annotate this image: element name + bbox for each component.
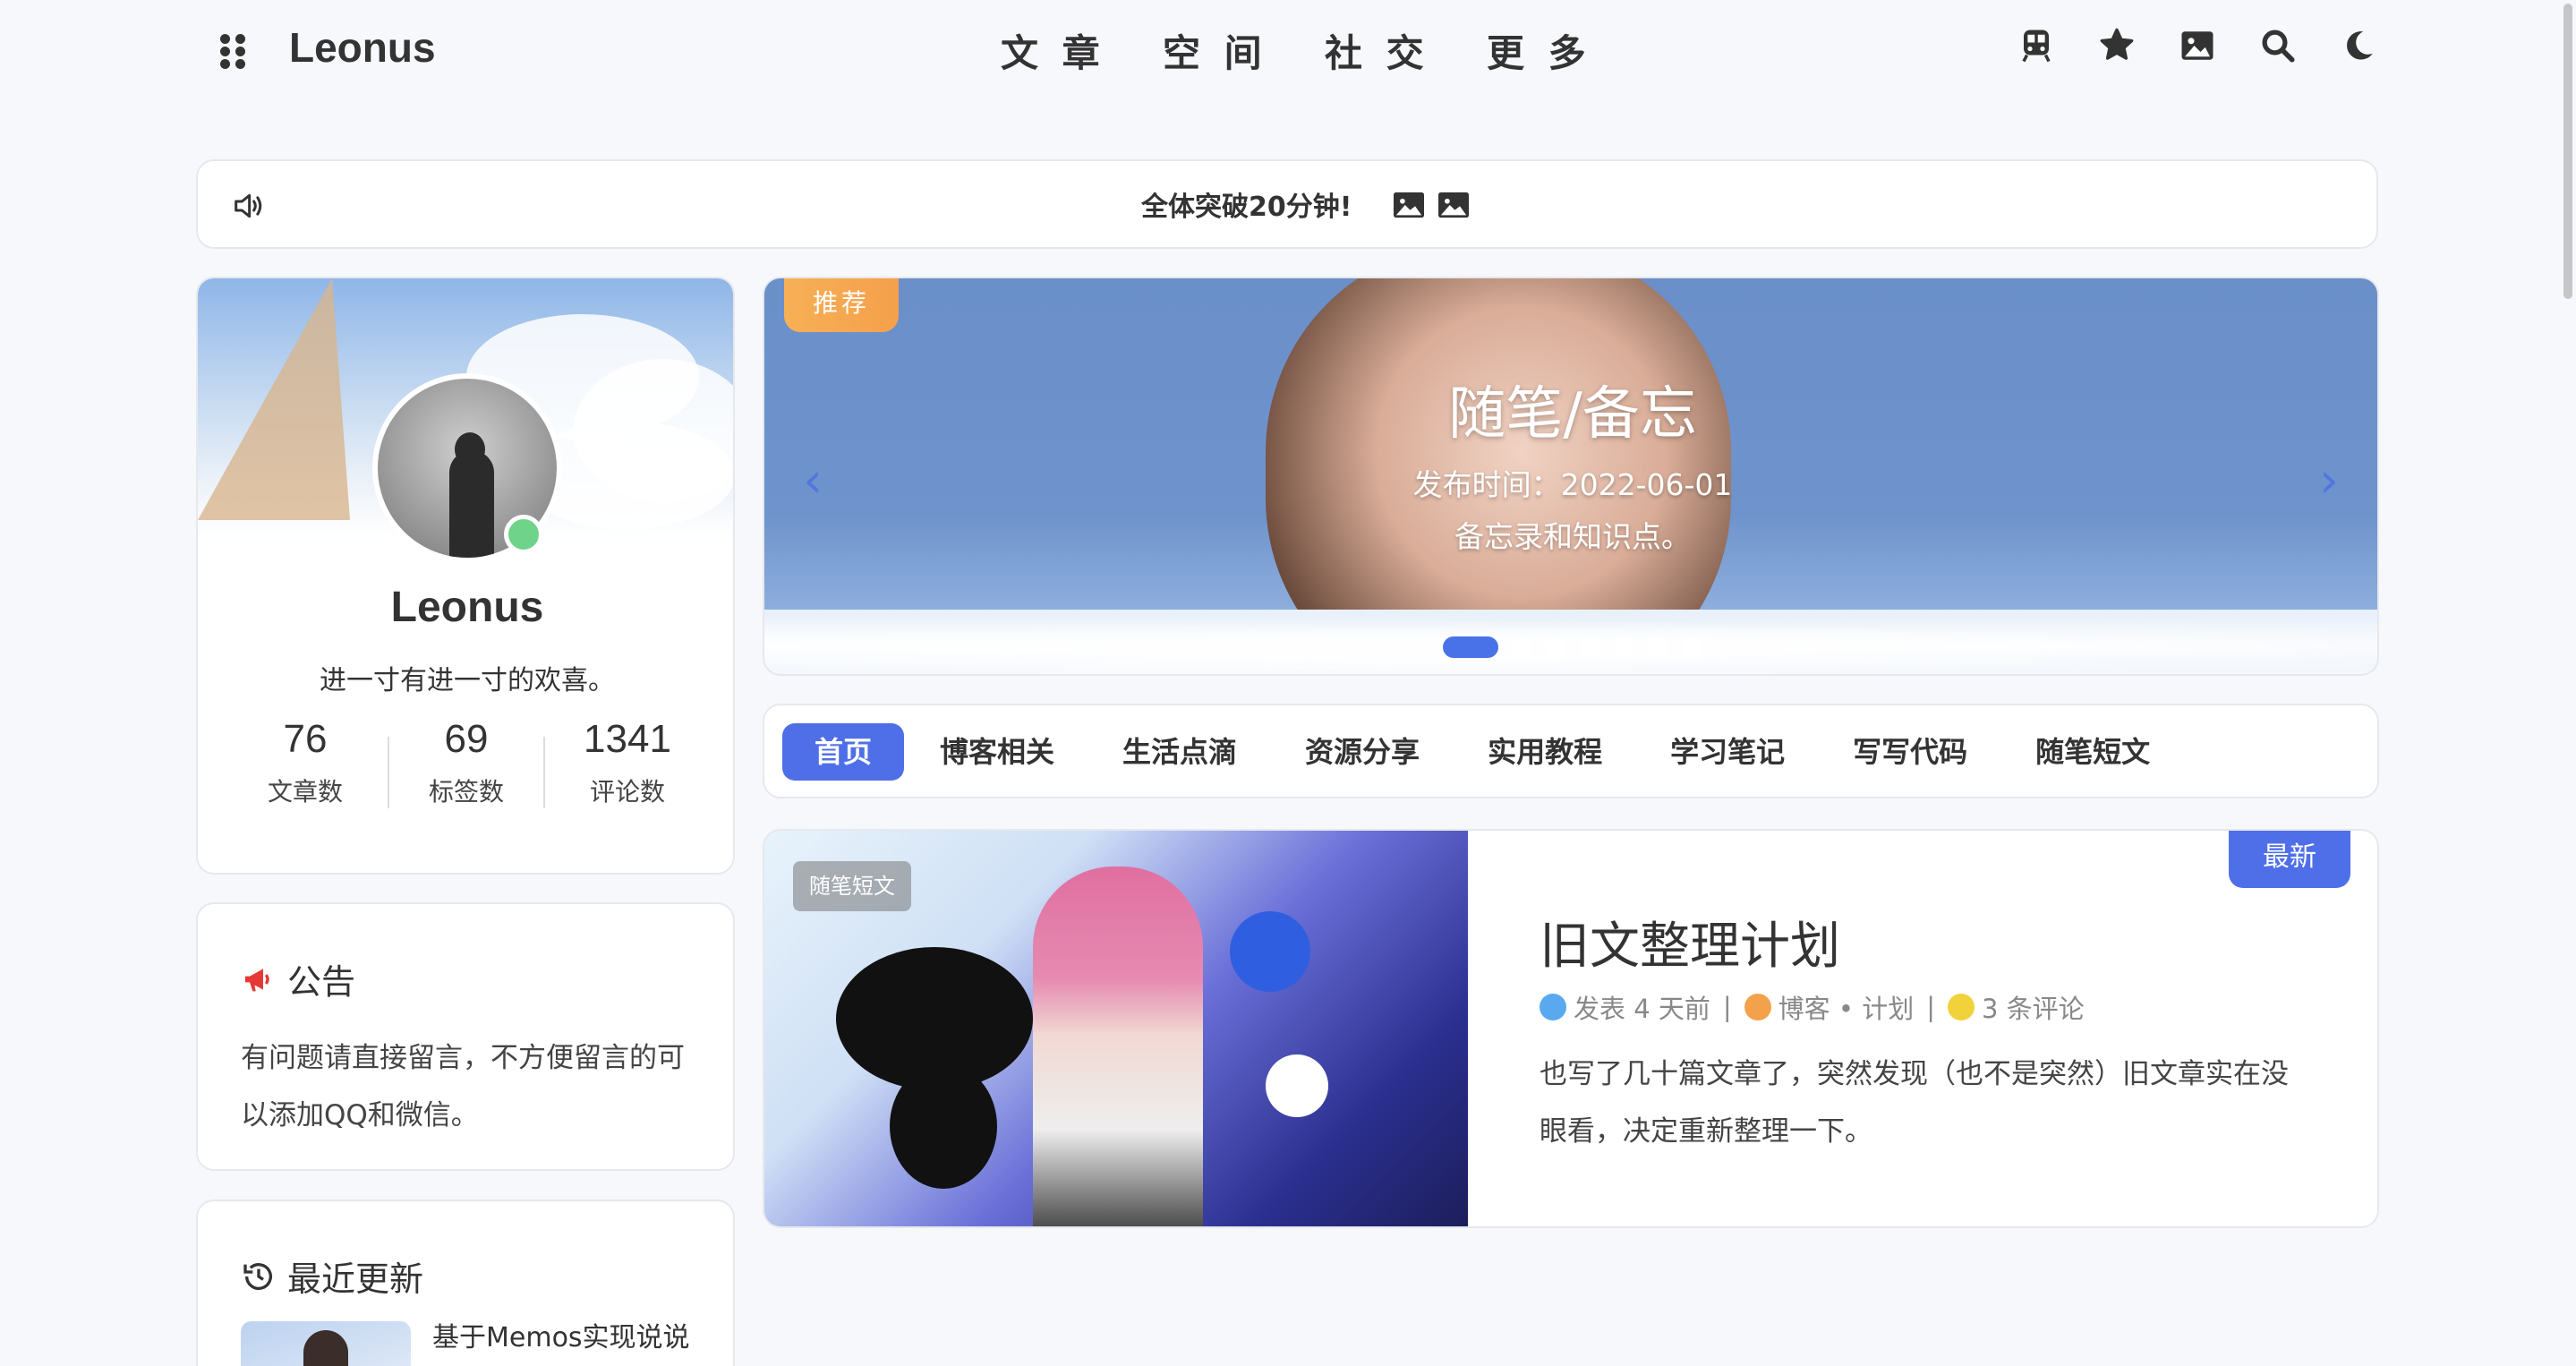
profile-stats: 76 文章数 69 标签数 1341 评论数 [225, 717, 708, 808]
newest-badge: 最新 [2229, 831, 2350, 888]
meta-separator: | [1926, 992, 1935, 1022]
banner-date: 发布时间：2022-06-01 [1412, 467, 1733, 502]
tab-notes[interactable]: 学习笔记 [1638, 723, 1817, 781]
stat-comments-count: 1341 [584, 717, 671, 761]
carousel-dot[interactable] [1647, 636, 1668, 658]
profile-bio: 进一寸有进一寸的欢喜。 [320, 665, 615, 696]
post-category-tag[interactable]: 随笔短文 [793, 861, 911, 911]
banner-description: 备忘录和知识点。 [1454, 519, 1691, 554]
post-category[interactable]: 博客 • 计划 [1778, 988, 1915, 1026]
carousel-dots [1443, 636, 1702, 658]
tab-tutorials[interactable]: 实用教程 [1455, 723, 1634, 781]
notice-text: 全体突破20分钟! [1141, 192, 1352, 223]
moon-icon[interactable] [2318, 27, 2399, 72]
carousel-dot[interactable] [1511, 636, 1532, 658]
announcement-body: 有问题请直接留言，不方便留言的可以添加QQ和微信。 [241, 1042, 685, 1131]
featured-carousel[interactable]: 推荐 随笔/备忘 发布时间：2022-06-01 备忘录和知识点。 ‹ › [763, 277, 2379, 676]
carousel-dot[interactable] [1579, 636, 1600, 658]
post-comments[interactable]: 3 条评论 [1982, 988, 2085, 1026]
stat-articles-count: 76 [283, 717, 328, 761]
carousel-dot[interactable] [1613, 636, 1634, 658]
recent-item-title[interactable]: 基于Memos实现说说 [432, 1318, 701, 1359]
stat-tags-label: 标签数 [428, 777, 504, 807]
stat-divider [388, 737, 389, 808]
category-tabs: 首页 博客相关 生活点滴 资源分享 实用教程 学习笔记 写写代码 随笔短文 [763, 704, 2379, 798]
stat-divider [543, 737, 545, 808]
stat-comments[interactable]: 1341 评论数 [550, 717, 705, 808]
stat-articles-label: 文章数 [267, 777, 343, 807]
stat-comments-label: 评论数 [589, 777, 665, 807]
banner-title[interactable]: 随笔/备忘 [764, 368, 2377, 450]
tab-home[interactable]: 首页 [782, 723, 905, 781]
recent-updates-title-text: 最近更新 [287, 1259, 424, 1299]
main-nav: 文 章 空 间 社 交 更 多 [1001, 23, 1649, 78]
search-icon[interactable] [2238, 27, 2318, 72]
speaker-icon [235, 193, 262, 218]
train-icon[interactable] [1996, 27, 2077, 72]
image-icon [1438, 192, 1469, 218]
post-title[interactable]: 旧文整理计划 [1540, 906, 1840, 978]
post-cover-image[interactable]: 随笔短文 [764, 831, 1468, 1226]
time-icon [1540, 994, 1566, 1020]
carousel-dot[interactable] [1681, 636, 1702, 658]
folder-icon [1744, 994, 1771, 1020]
stat-tags-count: 69 [444, 717, 489, 761]
site-logo[interactable]: Leonus [289, 23, 436, 72]
puzzle-icon[interactable] [2077, 27, 2157, 72]
megaphone-icon [245, 968, 269, 991]
tab-blog[interactable]: 博客相关 [908, 723, 1087, 781]
post-card[interactable]: 随笔短文 最新 旧文整理计划 发表 4 天前 | 博客 • 计划 | 3 条评论… [763, 829, 2379, 1228]
page-scrollbar[interactable] [2563, 4, 2572, 299]
carousel-dot[interactable] [1545, 636, 1566, 658]
recent-item-thumbnail[interactable] [241, 1321, 411, 1366]
nav-item-more[interactable]: 更 多 [1487, 23, 1649, 78]
announcement-title-text: 公告 [287, 962, 356, 1002]
tab-resources[interactable]: 资源分享 [1273, 723, 1452, 781]
recent-updates-title: 最近更新 [241, 1251, 423, 1301]
profile-card: Leonus 进一寸有进一寸的欢喜。 76 文章数 69 标签数 1341 评论… [196, 277, 735, 875]
recommended-badge: 推荐 [784, 278, 899, 332]
nav-item-articles[interactable]: 文 章 [1001, 23, 1163, 78]
post-image-figure [1033, 867, 1203, 1226]
apps-menu-icon[interactable] [220, 34, 251, 69]
announcement-card: 公告 有问题请直接留言，不方便留言的可以添加QQ和微信。 [196, 902, 735, 1171]
post-time: 发表 4 天前 [1574, 994, 1710, 1024]
stat-tags[interactable]: 69 标签数 [388, 717, 544, 808]
recent-updates-card: 最近更新 基于Memos实现说说 [196, 1200, 735, 1366]
nav-item-social[interactable]: 社 交 [1325, 23, 1487, 78]
tab-code[interactable]: 写写代码 [1821, 723, 2000, 781]
profile-name: Leonus [390, 584, 544, 631]
image-icon[interactable] [2157, 27, 2238, 72]
header-actions [1996, 27, 2399, 72]
online-status-dot [504, 515, 543, 554]
post-excerpt: 也写了几十篇文章了，突然发现（也不是突然）旧文章实在没眼看，决定重新整理一下。 [1540, 1058, 2289, 1148]
tab-life[interactable]: 生活点滴 [1090, 723, 1269, 781]
top-header: Leonus 文 章 空 间 社 交 更 多 [0, 0, 2576, 98]
notice-bar: 全体突破20分钟! [196, 159, 2378, 249]
meta-separator: | [1722, 992, 1732, 1022]
nav-item-space[interactable]: 空 间 [1163, 23, 1325, 78]
carousel-prev-arrow-icon[interactable]: ‹ [795, 454, 831, 508]
tab-essays[interactable]: 随笔短文 [2003, 723, 2182, 781]
image-icon [1394, 192, 1424, 218]
comment-icon [1948, 994, 1975, 1020]
announcement-title: 公告 [241, 954, 355, 1003]
history-icon [243, 1262, 272, 1290]
post-meta: 发表 4 天前 | 博客 • 计划 | 3 条评论 [1540, 988, 2085, 1026]
carousel-dot[interactable] [1443, 636, 1498, 658]
stat-articles[interactable]: 76 文章数 [227, 717, 383, 808]
carousel-next-arrow-icon[interactable]: › [2311, 454, 2347, 508]
